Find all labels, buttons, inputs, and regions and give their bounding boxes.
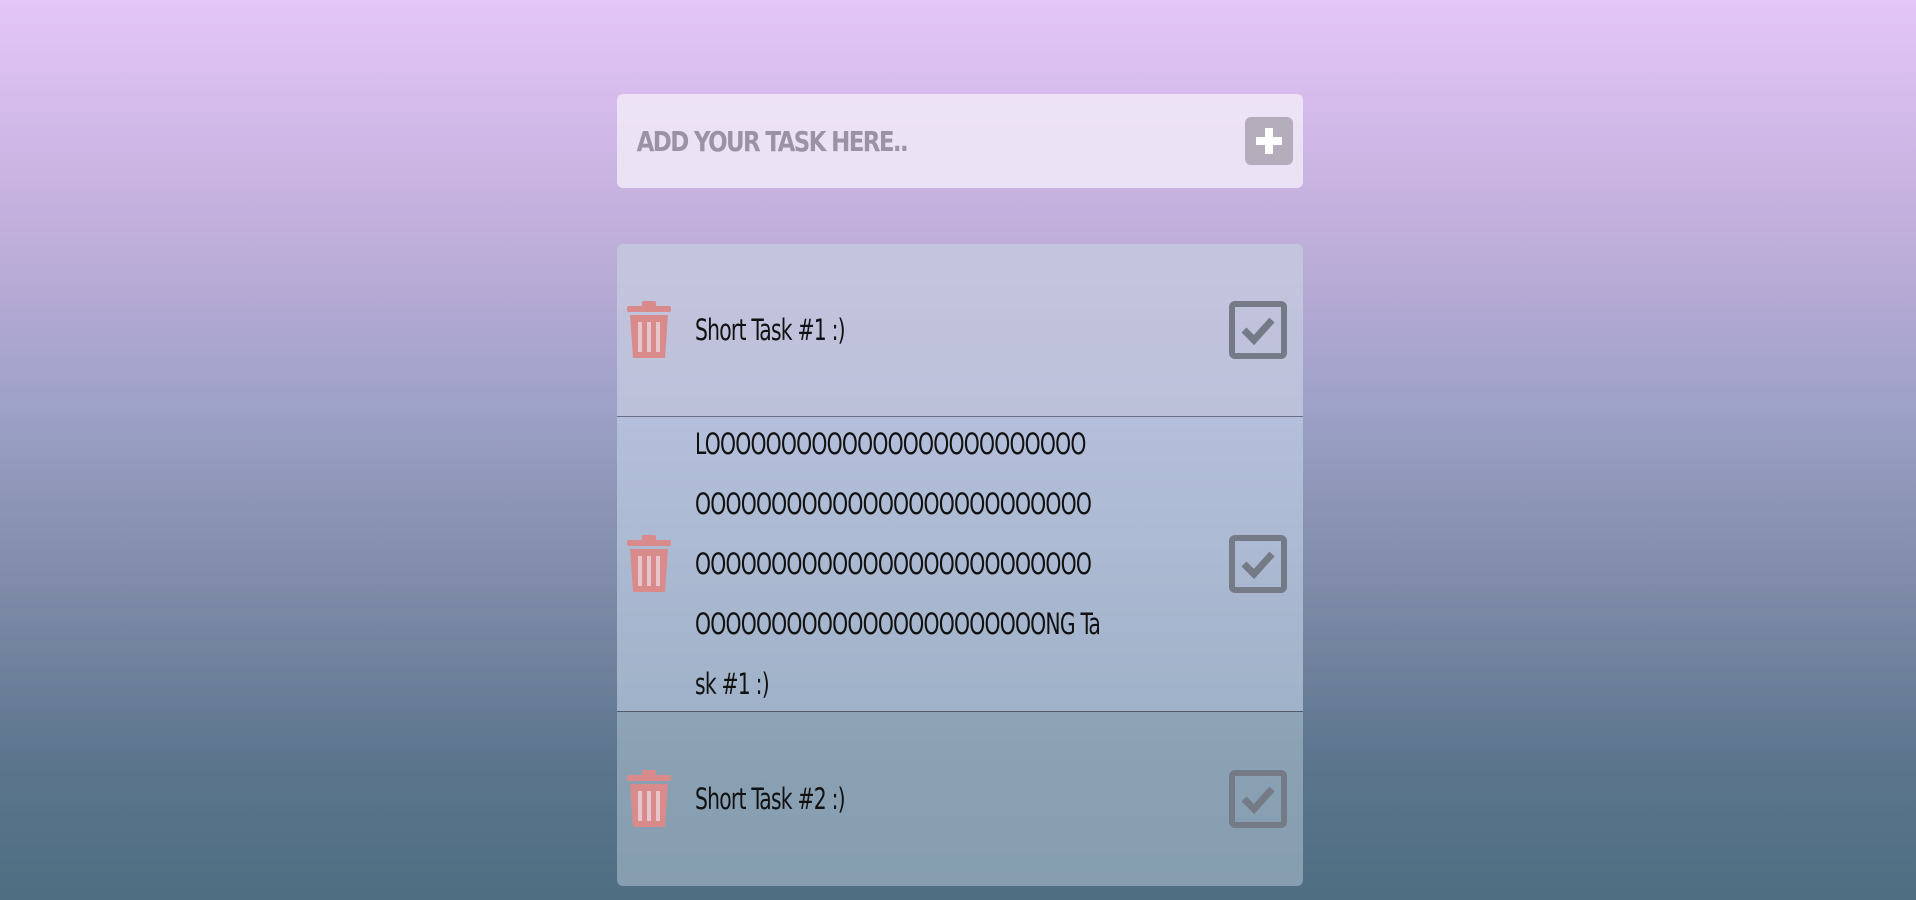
- task-text: Short Task #1 :): [695, 313, 846, 347]
- todo-app: Short Task #1 :) LOOOOOOOOOOOOOOOOOOOOOO…: [617, 94, 1303, 886]
- trash-icon[interactable]: [625, 300, 673, 360]
- task-item: LOOOOOOOOOOOOOOOOOOOOOOOOOOOOOOOOOOOOOOO…: [617, 417, 1303, 712]
- plus-icon: [1256, 128, 1282, 154]
- add-task-bar: [617, 94, 1303, 188]
- checkbox-check-icon[interactable]: [1229, 535, 1287, 593]
- checkbox-check-icon[interactable]: [1229, 301, 1287, 359]
- task-text: Short Task #2 :): [695, 782, 846, 816]
- add-task-button[interactable]: [1245, 117, 1293, 165]
- task-input[interactable]: [635, 123, 1098, 159]
- task-list: Short Task #1 :) LOOOOOOOOOOOOOOOOOOOOOO…: [617, 244, 1303, 886]
- trash-icon[interactable]: [625, 769, 673, 829]
- task-item: Short Task #2 :): [617, 712, 1303, 886]
- trash-icon[interactable]: [625, 534, 673, 594]
- task-text: LOOOOOOOOOOOOOOOOOOOOOOOOOOOOOOOOOOOOOOO…: [695, 427, 1101, 701]
- checkbox-check-icon[interactable]: [1229, 770, 1287, 828]
- task-item: Short Task #1 :): [617, 244, 1303, 417]
